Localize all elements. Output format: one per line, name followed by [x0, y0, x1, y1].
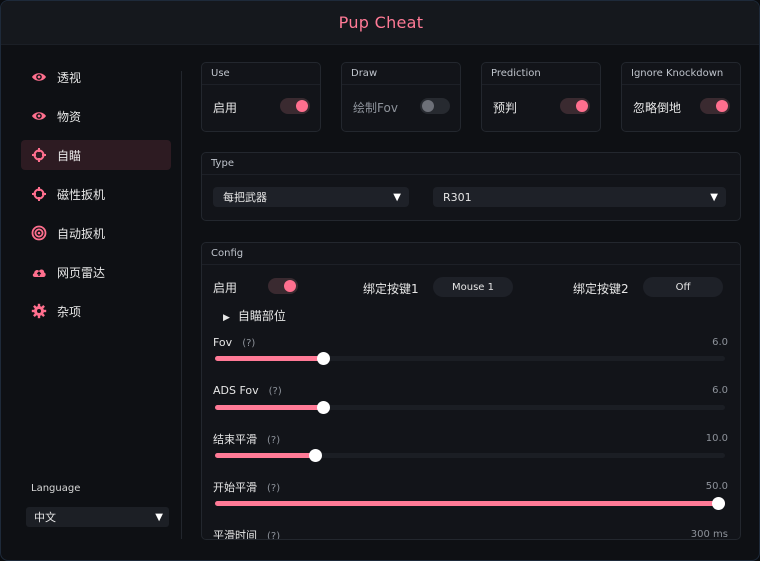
draw-fov-label: 绘制Fov: [353, 101, 398, 115]
slider-fill: [215, 501, 725, 506]
sidebar-item-loot[interactable]: 物资: [21, 101, 171, 131]
slider-label-text: ADS Fov: [213, 384, 259, 397]
app-title: Pup Cheat: [338, 13, 424, 32]
help-icon[interactable]: (?): [267, 483, 280, 494]
slider-label-text: Fov: [213, 336, 233, 349]
bind2-button[interactable]: Off: [643, 277, 723, 297]
draw-fov-toggle[interactable]: [420, 98, 450, 114]
card-header: Use: [202, 63, 320, 85]
ads-fov-slider[interactable]: [215, 401, 725, 414]
sidebar-item-web-radar[interactable]: 网页雷达: [21, 257, 171, 287]
app-window: Pup Cheat 透视 物资 自瞄 磁性扳机 自动扳机 网页雷达 杂项 Lan…: [0, 0, 760, 561]
card-header: Prediction: [482, 63, 600, 85]
bind1-label: 绑定按键1: [363, 282, 419, 296]
start-smooth-value: 50.0: [705, 481, 728, 492]
sidebar-item-label: 自动扳机: [57, 226, 106, 241]
slider-thumb[interactable]: [317, 352, 330, 365]
language-select[interactable]: 中文 ▼: [26, 507, 169, 527]
end-smooth-label: 结束平滑 (?): [213, 431, 280, 447]
panel-header: Config: [202, 243, 740, 265]
language-value: 中文: [34, 511, 56, 524]
sidebar-item-esp[interactable]: 透视: [21, 62, 171, 92]
chevron-down-icon: ▼: [393, 191, 401, 203]
card-ignore-knockdown: Ignore Knockdown 忽略倒地: [621, 62, 741, 132]
ads-fov-value: 6.0: [712, 385, 728, 396]
help-icon[interactable]: (?): [269, 386, 282, 397]
gear-icon: [31, 303, 47, 319]
enable-toggle[interactable]: [280, 98, 310, 114]
slider-label-text: 开始平滑: [213, 481, 257, 494]
enable-label: 启用: [213, 101, 238, 115]
start-smooth-label: 开始平滑 (?): [213, 479, 280, 495]
config-enable-label: 启用: [213, 281, 238, 295]
card-draw: Draw 绘制Fov: [341, 62, 461, 132]
weapon-value: R301: [443, 190, 472, 204]
sidebar-divider: [181, 71, 182, 539]
card-header: Ignore Knockdown: [622, 63, 740, 85]
smooth-time-label: 平滑时间 (?): [213, 527, 280, 540]
ads-fov-label: ADS Fov (?): [213, 384, 282, 397]
sidebar-item-label: 杂项: [57, 304, 82, 319]
slider-fill: [215, 453, 315, 458]
help-icon[interactable]: (?): [267, 531, 280, 539]
weapon-mode-select[interactable]: 每把武器 ▼: [213, 187, 409, 207]
sidebar-item-label: 磁性扳机: [57, 187, 106, 202]
sidebar-item-label: 透视: [57, 70, 82, 85]
aim-part-label: 自瞄部位: [237, 309, 286, 323]
ignore-knockdown-toggle[interactable]: [700, 98, 730, 114]
slider-fill: [215, 405, 323, 410]
bind2-label: 绑定按键2: [573, 282, 629, 296]
slider-thumb[interactable]: [317, 401, 330, 414]
caret-right-icon: ▶: [223, 313, 230, 323]
bind1-button[interactable]: Mouse 1: [433, 277, 513, 297]
crosshair-icon: [31, 147, 47, 163]
help-icon[interactable]: (?): [242, 338, 255, 349]
card-header: Draw: [342, 63, 460, 85]
sidebar-item-label: 自瞄: [57, 148, 82, 163]
sidebar-item-aimbot[interactable]: 自瞄: [21, 140, 171, 170]
sidebar-item-label: 网页雷达: [57, 265, 106, 280]
sidebar-item-label: 物资: [57, 109, 82, 124]
language-label: Language: [31, 483, 81, 494]
eye-icon: [31, 69, 47, 85]
type-panel: Type 每把武器 ▼ R301 ▼: [201, 152, 741, 221]
prediction-label: 预判: [493, 101, 518, 115]
card-use: Use 启用: [201, 62, 321, 132]
fov-label: Fov (?): [213, 336, 255, 349]
sidebar-item-misc[interactable]: 杂项: [21, 296, 171, 326]
panel-header: Type: [202, 153, 740, 175]
card-prediction: Prediction 预判: [481, 62, 601, 132]
cloud-upload-icon: [31, 264, 47, 280]
aim-part-tree-node[interactable]: ▶ 自瞄部位: [223, 307, 286, 324]
chevron-down-icon: ▼: [155, 511, 163, 523]
sidebar-item-triggerbot[interactable]: 自动扳机: [21, 218, 171, 248]
title-bar: Pup Cheat: [1, 1, 759, 45]
start-smooth-slider[interactable]: [215, 497, 725, 510]
weapon-select[interactable]: R301 ▼: [433, 187, 726, 207]
target-icon: [31, 225, 47, 241]
weapon-mode-value: 每把武器: [223, 191, 267, 204]
slider-thumb[interactable]: [309, 449, 322, 462]
ignore-knockdown-label: 忽略倒地: [633, 101, 682, 115]
fov-value: 6.0: [712, 337, 728, 348]
slider-fill: [215, 356, 323, 361]
slider-label-text: 结束平滑: [213, 433, 257, 446]
config-enable-toggle[interactable]: [268, 278, 298, 294]
eye-icon: [31, 108, 47, 124]
slider-thumb[interactable]: [712, 497, 725, 510]
smooth-time-value: 300 ms: [690, 529, 728, 540]
slider-label-text: 平滑时间: [213, 529, 257, 540]
chevron-down-icon: ▼: [710, 191, 718, 203]
fov-slider[interactable]: [215, 352, 725, 365]
sidebar-item-magnetic-trigger[interactable]: 磁性扳机: [21, 179, 171, 209]
end-smooth-value: 10.0: [705, 433, 728, 444]
crosshair-icon: [31, 186, 47, 202]
config-panel: Config 启用 绑定按键1 Mouse 1 绑定按键2 Off ▶ 自瞄部位 …: [201, 242, 741, 540]
end-smooth-slider[interactable]: [215, 449, 725, 462]
help-icon[interactable]: (?): [267, 435, 280, 446]
prediction-toggle[interactable]: [560, 98, 590, 114]
